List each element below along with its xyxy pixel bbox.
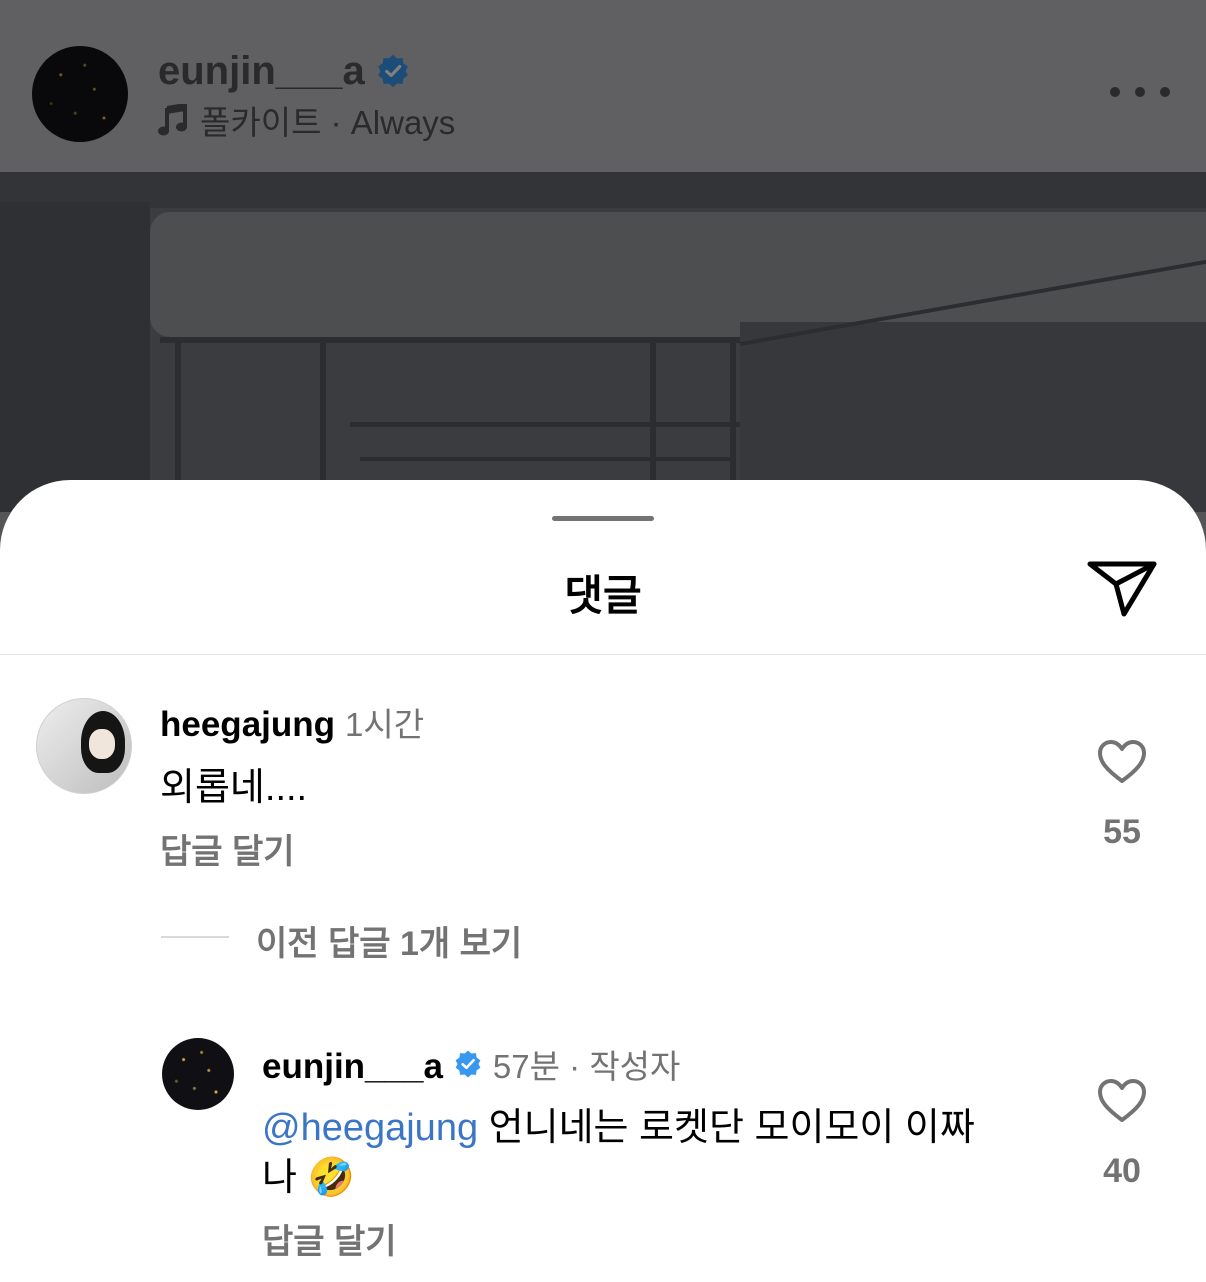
sheet-header-divider bbox=[0, 654, 1206, 655]
comment-time: 1시간 bbox=[345, 706, 425, 743]
more-options-icon[interactable] bbox=[1110, 80, 1170, 104]
reply-mention-link[interactable]: @heegajung bbox=[262, 1107, 478, 1149]
reply-meta: 57분 · 작성자 bbox=[492, 1048, 681, 1085]
post-music-label: 폴카이트 · Always bbox=[200, 104, 456, 141]
reply-reply-button[interactable]: 답글 달기 bbox=[262, 1214, 397, 1263]
post-header: eunjin___a 폴카이트 · Always bbox=[0, 0, 1206, 172]
like-heart-icon[interactable] bbox=[1097, 739, 1147, 785]
reply-like-count: 40 bbox=[1103, 1152, 1141, 1190]
sheet-drag-handle[interactable] bbox=[552, 516, 654, 521]
view-previous-replies[interactable]: 이전 답글 1개 보기 bbox=[256, 916, 522, 965]
comment-reply-button[interactable]: 답글 달기 bbox=[160, 824, 295, 873]
reply-author-avatar[interactable] bbox=[162, 1038, 234, 1110]
post-author[interactable]: eunjin___a bbox=[158, 46, 411, 96]
comment-text: 외롭네.... bbox=[160, 767, 308, 809]
post-music[interactable]: 폴카이트 · Always bbox=[158, 100, 455, 141]
music-note-icon bbox=[158, 104, 187, 136]
comment-header: heegajung 1시간 bbox=[160, 698, 424, 746]
reply-header: eunjin___a 57분 · 작성자 bbox=[262, 1040, 680, 1088]
comments-sheet: 댓글 heegajung 1시간 외롭네.... 답글 달기 55 이전 답글 … bbox=[0, 480, 1206, 1282]
like-heart-icon[interactable] bbox=[1097, 1078, 1147, 1124]
verified-badge-icon bbox=[455, 1050, 481, 1078]
reply-text: 언니네는 로켓단 모이모이 이짜 bbox=[488, 1107, 975, 1149]
comment-like-count: 55 bbox=[1103, 813, 1141, 851]
post-author-username[interactable]: eunjin___a bbox=[158, 49, 365, 94]
verified-badge-icon bbox=[377, 54, 408, 88]
share-send-icon[interactable] bbox=[1086, 556, 1158, 620]
post-author-avatar[interactable] bbox=[32, 46, 128, 142]
commenter-avatar[interactable] bbox=[36, 698, 132, 794]
replies-divider-line bbox=[161, 936, 229, 938]
post-image bbox=[0, 172, 1206, 512]
comment-username[interactable]: heegajung bbox=[160, 705, 335, 745]
reply-text-line1: @heegajung 언니네는 로켓단 모이모이 이짜 bbox=[262, 1096, 975, 1151]
reply-username[interactable]: eunjin___a bbox=[262, 1047, 443, 1087]
reply-text-line2: 나 🤣 bbox=[262, 1157, 355, 1199]
sheet-title: 댓글 bbox=[564, 572, 642, 619]
